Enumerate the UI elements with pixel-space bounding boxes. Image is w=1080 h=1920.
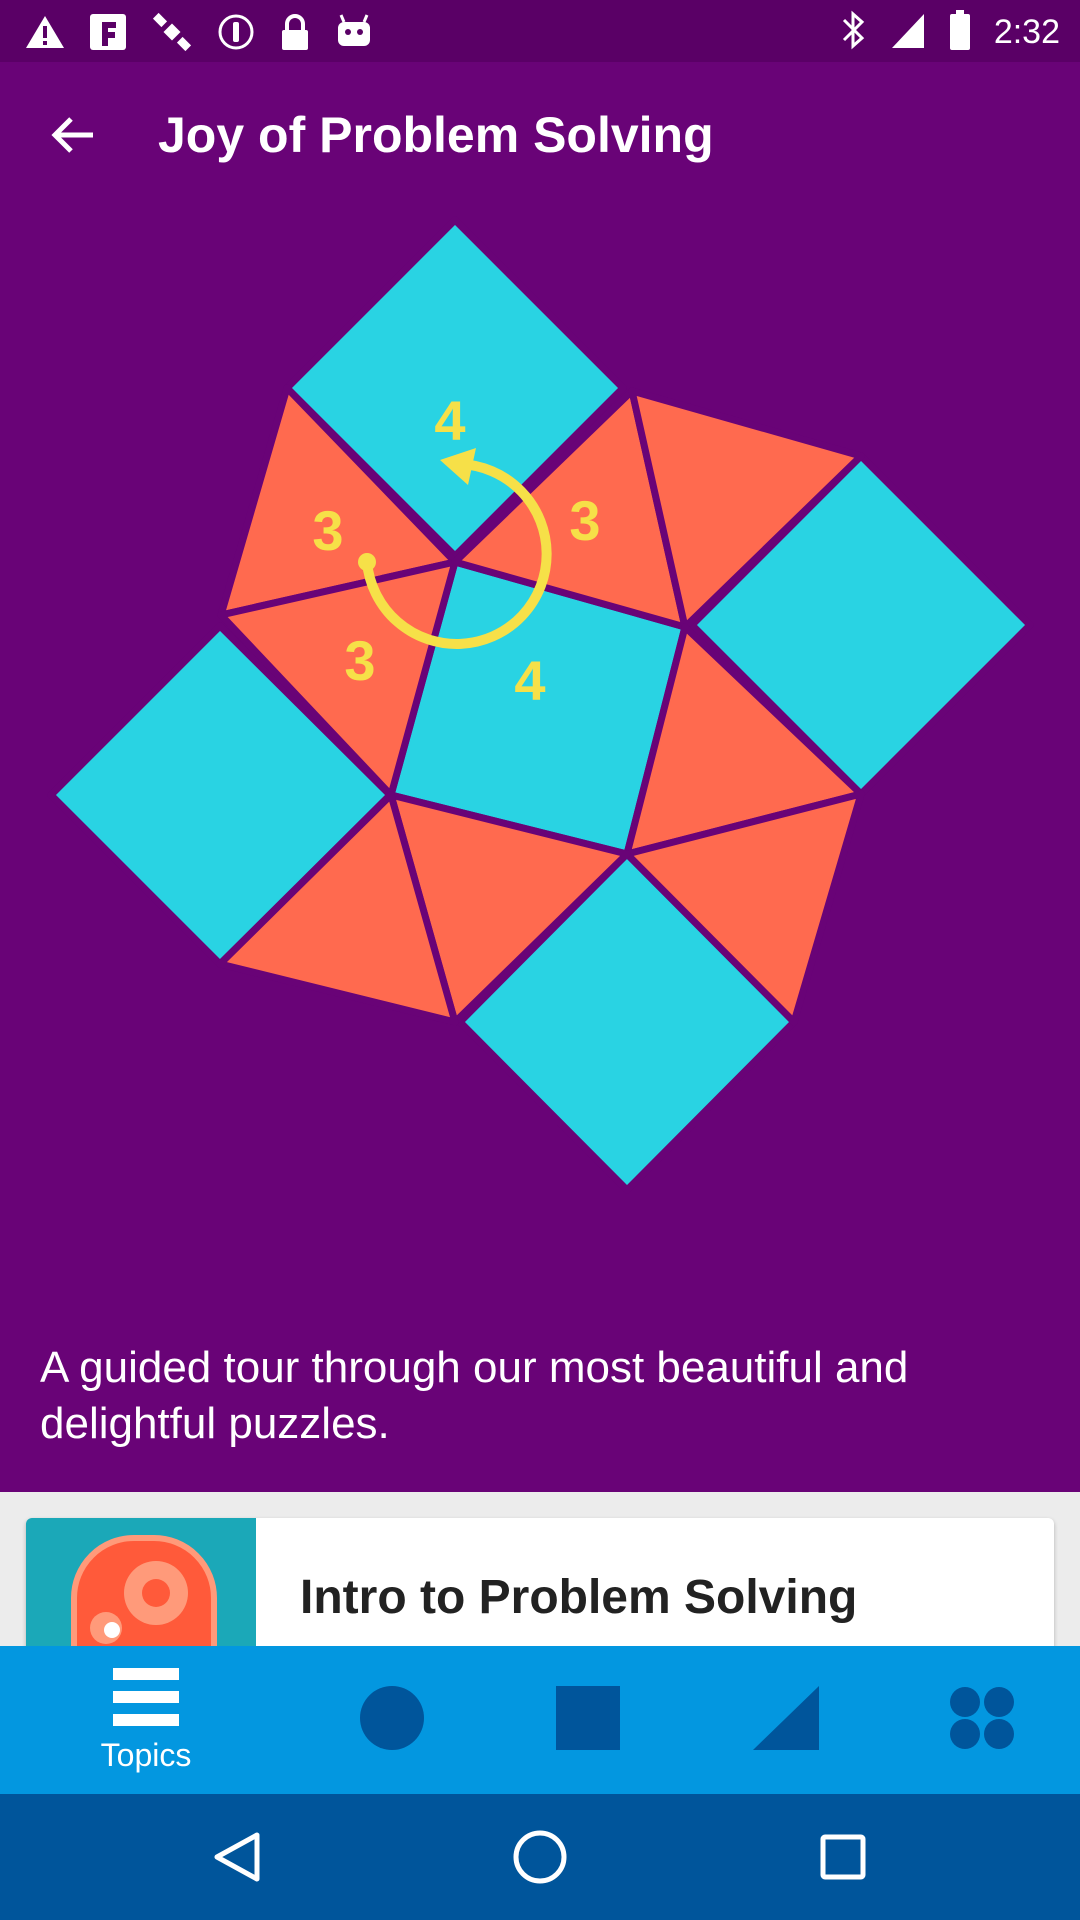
label-right-3: 3 [569, 489, 600, 552]
course-list: Intro to Problem Solving [0, 1492, 1080, 1646]
app-bar: Joy of Problem Solving [0, 62, 1080, 210]
android-icon [334, 12, 374, 57]
triangle-icon [753, 1685, 819, 1755]
hero-description: A guided tour through our most beautiful… [40, 1343, 909, 1448]
tab-square[interactable] [518, 1646, 658, 1794]
label-bottom-4: 4 [514, 649, 545, 712]
hamburger-icon [113, 1666, 179, 1733]
circle-icon [359, 1685, 425, 1756]
square-icon [556, 1685, 620, 1755]
back-button[interactable] [36, 100, 110, 174]
satellite-icon [150, 10, 194, 59]
arrow-back-icon [51, 115, 95, 160]
fake-gps-icon [88, 12, 128, 57]
hero-banner: 4 3 3 3 4 A guided tour through our most… [0, 210, 1080, 1492]
bluetooth-icon [840, 8, 868, 57]
course-card[interactable]: Intro to Problem Solving [26, 1518, 1054, 1646]
course-title: Intro to Problem Solving [300, 1571, 858, 1624]
back-triangle-icon [213, 1831, 261, 1888]
tab-circle[interactable] [322, 1646, 462, 1794]
clock: 2:32 [993, 13, 1060, 51]
status-bar: 2:32 [0, 0, 1080, 62]
course-thumbnail [26, 1518, 256, 1646]
tab-topics[interactable]: Topics [46, 1646, 246, 1794]
tab-topics-label: Topics [100, 1737, 192, 1773]
tab-more[interactable] [912, 1646, 1052, 1794]
system-back-button[interactable] [202, 1824, 272, 1894]
bottom-navigation: Topics [0, 1646, 1080, 1794]
home-circle-icon [512, 1829, 568, 1890]
puzzle-tiling-illustration: 4 3 3 3 4 [47, 216, 1034, 1194]
recents-square-icon [819, 1833, 867, 1886]
lock-icon [278, 12, 312, 57]
label-top-4: 4 [434, 389, 465, 452]
system-recents-button[interactable] [808, 1824, 878, 1894]
label-left-3: 3 [312, 499, 343, 562]
download-icon [216, 12, 256, 57]
four-dots-icon [949, 1686, 1015, 1755]
system-navigation-bar [0, 1794, 1080, 1920]
battery-icon [948, 8, 972, 57]
page-title: Joy of Problem Solving [158, 107, 714, 163]
tab-triangle[interactable] [716, 1646, 856, 1794]
warning-icon [24, 14, 66, 55]
signal-icon [890, 10, 926, 55]
system-home-button[interactable] [505, 1824, 575, 1894]
label-bottom-3: 3 [344, 629, 375, 692]
